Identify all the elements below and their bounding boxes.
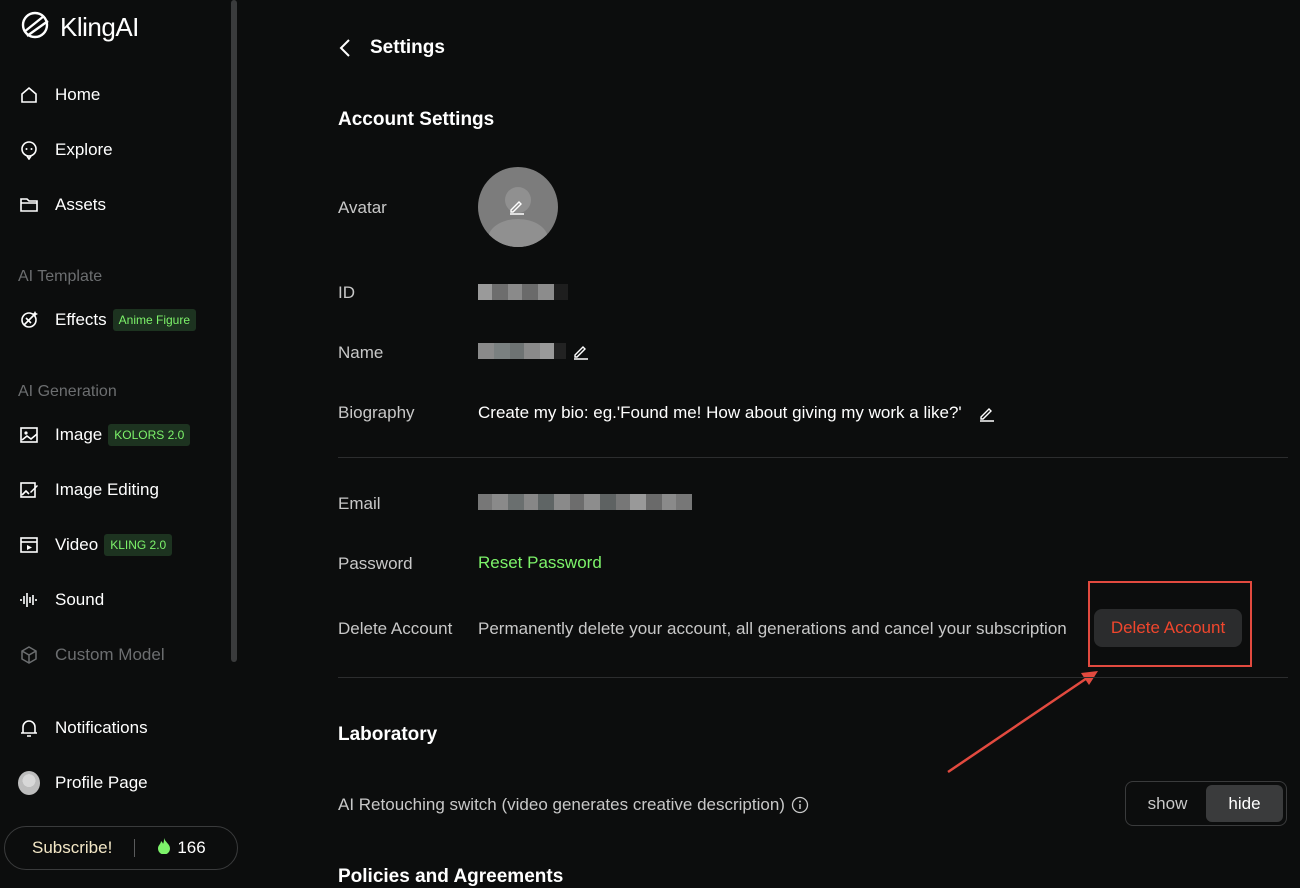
app-name: KlingAI xyxy=(60,12,139,42)
name-label: Name xyxy=(338,343,384,362)
divider xyxy=(338,457,1288,458)
account-settings-title: Account Settings xyxy=(338,109,495,130)
image-icon xyxy=(18,424,40,446)
effects-icon xyxy=(18,309,40,331)
sidebar-item-label: Home xyxy=(55,85,101,104)
subscribe-button[interactable]: Subscribe! xyxy=(32,838,112,858)
toggle-hide-option[interactable]: hide xyxy=(1206,785,1283,822)
divider xyxy=(134,839,136,857)
sidebar-item-custom-model[interactable]: Custom Model xyxy=(18,640,165,670)
biography-label: Biography xyxy=(338,403,415,422)
video-icon xyxy=(18,534,40,556)
app-logo[interactable]: KlingAI xyxy=(18,8,139,47)
folder-icon xyxy=(18,194,40,216)
toggle-show-option[interactable]: show xyxy=(1129,785,1206,822)
sidebar-item-label: Effects xyxy=(55,310,107,329)
image-edit-icon xyxy=(18,479,40,501)
sidebar-item-explore[interactable]: Explore xyxy=(18,135,113,165)
page-title: Settings xyxy=(370,37,445,58)
email-label: Email xyxy=(338,494,381,513)
avatar xyxy=(18,771,40,795)
back-button[interactable] xyxy=(338,36,362,60)
delete-account-button[interactable]: Delete Account xyxy=(1094,609,1242,647)
edit-biography-icon[interactable] xyxy=(978,404,996,422)
cube-icon xyxy=(18,644,40,666)
password-label: Password xyxy=(338,554,413,573)
sidebar-item-sound[interactable]: Sound xyxy=(18,585,104,615)
sidebar-item-label: Sound xyxy=(55,590,105,609)
email-value-redacted xyxy=(478,494,692,510)
reset-password-link[interactable]: Reset Password xyxy=(478,553,602,573)
avatar-label: Avatar xyxy=(338,198,387,217)
sound-wave-icon xyxy=(18,589,40,611)
video-badge: KLING 2.0 xyxy=(104,534,173,556)
sidebar-item-label: Image xyxy=(55,425,103,444)
retouching-toggle: show hide xyxy=(1125,781,1287,826)
policies-title: Policies and Agreements xyxy=(338,866,564,887)
sidebar-item-image-editing[interactable]: Image Editing xyxy=(18,475,159,505)
sidebar-item-label: Image Editing xyxy=(55,480,159,499)
sidebar: KlingAI Home Explore Assets AI Template … xyxy=(0,0,238,877)
edit-name-icon[interactable] xyxy=(572,342,590,360)
id-label: ID xyxy=(338,283,355,302)
retouching-row: AI Retouching switch (video generates cr… xyxy=(338,795,809,815)
sidebar-item-label: Profile Page xyxy=(55,773,148,792)
retouching-label: AI Retouching switch (video generates cr… xyxy=(338,795,785,814)
section-label-ai-generation: AI Generation xyxy=(18,383,117,400)
annotation-arrow xyxy=(947,671,1098,774)
name-value-redacted xyxy=(478,342,590,360)
info-icon[interactable] xyxy=(791,796,809,814)
image-badge: KOLORS 2.0 xyxy=(108,424,191,446)
credits-counter[interactable]: 166 xyxy=(157,837,206,859)
credits-value: 166 xyxy=(177,838,206,857)
explore-icon xyxy=(18,139,40,161)
sidebar-scrollbar[interactable] xyxy=(231,0,237,662)
sidebar-item-video[interactable]: Video KLING 2.0 xyxy=(18,530,173,560)
biography-value: Create my bio: eg.'Found me! How about g… xyxy=(478,403,962,422)
sidebar-item-assets[interactable]: Assets xyxy=(18,190,106,220)
sidebar-item-effects[interactable]: Effects Anime Figure xyxy=(18,305,197,335)
biography-row: Create my bio: eg.'Found me! How about g… xyxy=(478,403,996,423)
edit-icon xyxy=(508,197,526,220)
sidebar-item-label: Explore xyxy=(55,140,113,159)
avatar-upload[interactable] xyxy=(478,167,558,247)
sidebar-item-label: Assets xyxy=(55,195,107,214)
home-icon xyxy=(18,84,40,106)
delete-account-description: Permanently delete your account, all gen… xyxy=(478,619,1067,638)
settings-main: Settings Account Settings Avatar ID Name… xyxy=(238,0,1300,887)
laboratory-title: Laboratory xyxy=(338,724,438,745)
chevron-left-icon xyxy=(339,39,350,57)
bell-icon xyxy=(18,717,40,739)
sidebar-item-label: Video xyxy=(55,535,99,554)
effects-badge: Anime Figure xyxy=(112,309,197,331)
sidebar-item-label: Notifications xyxy=(55,718,148,737)
klingai-logo-icon xyxy=(18,8,52,47)
sidebar-item-home[interactable]: Home xyxy=(18,80,100,110)
sidebar-item-label: Custom Model xyxy=(55,645,165,664)
delete-account-label: Delete Account xyxy=(338,619,453,638)
sidebar-item-notifications[interactable]: Notifications xyxy=(18,713,148,743)
section-label-ai-template: AI Template xyxy=(18,268,103,285)
sidebar-item-image[interactable]: Image KOLORS 2.0 xyxy=(18,420,191,450)
divider xyxy=(338,677,1288,678)
settings-header: Settings xyxy=(338,36,445,60)
subscribe-bar: Subscribe! 166 xyxy=(4,826,238,870)
flame-icon xyxy=(157,837,171,859)
password-row: Reset Password xyxy=(478,553,602,573)
sidebar-item-profile[interactable]: Profile Page xyxy=(18,768,148,798)
id-value-redacted xyxy=(478,284,568,300)
